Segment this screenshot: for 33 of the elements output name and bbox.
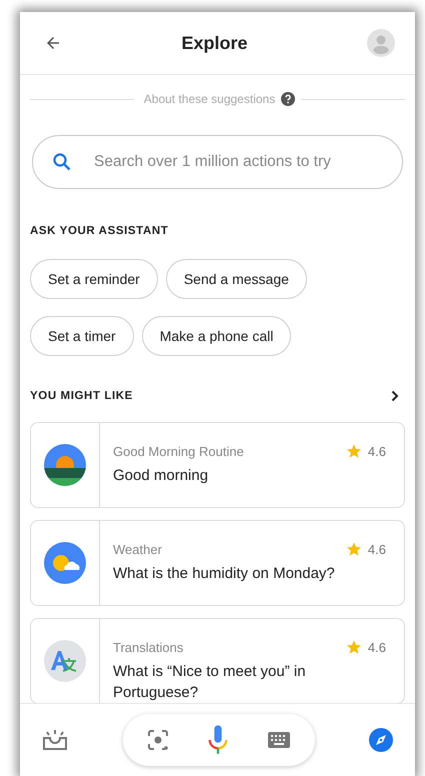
card-category: Translations	[113, 640, 184, 654]
card-query: What is “Nice to meet you” in Portuguese?	[113, 662, 307, 703]
suggestion-chip[interactable]: Set a reminder	[30, 259, 158, 299]
keyboard-icon[interactable]	[266, 731, 290, 749]
help-icon[interactable]	[281, 92, 296, 106]
microphone-icon[interactable]	[206, 724, 228, 756]
compass-icon[interactable]	[369, 728, 393, 752]
search-field[interactable]: Search over 1 million actions to try	[32, 135, 403, 189]
inbox-icon[interactable]	[42, 729, 68, 751]
section-heading: ASK YOUR ASSISTANT	[30, 225, 170, 237]
translate-icon	[44, 640, 86, 682]
suggestion-chip[interactable]: Make a phone call	[142, 316, 292, 356]
search-icon	[52, 152, 72, 172]
rating-value: 4.6	[368, 640, 386, 654]
star-icon	[346, 639, 362, 655]
rating-value: 4.6	[368, 542, 386, 556]
star-icon	[346, 443, 362, 459]
rating-value: 4.6	[368, 444, 386, 458]
suggestion-chip[interactable]: Set a timer	[30, 316, 134, 356]
card-query: What is the humidity on Monday?	[113, 564, 336, 584]
sun-cloud-icon	[44, 542, 86, 584]
chevron-right-icon[interactable]	[389, 390, 401, 402]
section-heading: YOU MIGHT LIKE	[30, 390, 133, 402]
action-card[interactable]: Weather 4.6 What is the humidity on Monday?	[30, 520, 405, 606]
card-query: Good morning	[113, 466, 210, 486]
page-title: Explore	[181, 32, 248, 54]
card-category: Weather	[113, 542, 163, 556]
suggestion-chip[interactable]: Send a message	[166, 259, 307, 299]
action-card[interactable]: Good Morning Routine 4.6 Good morning	[30, 422, 405, 508]
lens-icon[interactable]	[146, 729, 168, 751]
sunrise-icon	[44, 444, 86, 486]
card-category: Good Morning Routine	[113, 444, 245, 458]
star-icon	[346, 541, 362, 557]
